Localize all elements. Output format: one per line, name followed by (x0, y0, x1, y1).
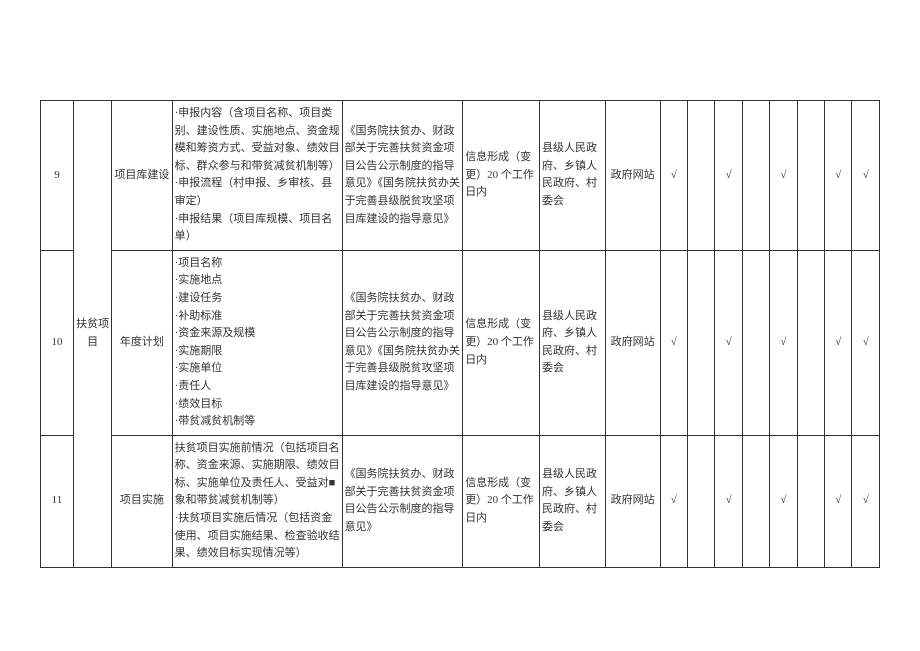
check-cell (687, 435, 714, 567)
content-cell: 扶贫项目实施前情况（包括项目名称、资金来源、实施期限、绩效目标、实施单位及责任人… (172, 435, 342, 567)
check-cell (797, 101, 824, 251)
content-cell: ·项目名称 ·实施地点 ·建设任务 ·补助标准 ·资金来源及规模 ·实施期限 ·… (172, 250, 342, 435)
check-cell: √ (660, 250, 687, 435)
channel-cell: 政府网站 (605, 435, 660, 567)
row-index: 10 (41, 250, 74, 435)
table-row: 11 项目实施 扶贫项目实施前情况（包括项目名称、资金来源、实施期限、绩效目标、… (41, 435, 880, 567)
timing-cell: 信息形成（变更）20 个工作日内 (463, 435, 540, 567)
check-cell: √ (852, 435, 880, 567)
content-cell: ·申报内容（含项目名称、项目类别、建设性质、实施地点、资金规模和筹资方式、受益对… (172, 101, 342, 251)
subject-cell: 县级人民政府、乡镇人民政府、村委会 (539, 101, 605, 251)
check-cell: √ (715, 435, 742, 567)
check-cell (742, 250, 769, 435)
check-cell: √ (660, 101, 687, 251)
check-cell: √ (852, 101, 880, 251)
check-cell: √ (770, 250, 797, 435)
check-cell (742, 435, 769, 567)
category-cell: 扶贫项目 (73, 101, 111, 568)
check-cell: √ (770, 101, 797, 251)
check-cell: √ (715, 250, 742, 435)
item-cell: 项目库建设 (112, 101, 172, 251)
subject-cell: 县级人民政府、乡镇人民政府、村委会 (539, 250, 605, 435)
table-row: 10 年度计划 ·项目名称 ·实施地点 ·建设任务 ·补助标准 ·资金来源及规模… (41, 250, 880, 435)
check-cell: √ (825, 101, 852, 251)
row-index: 9 (41, 101, 74, 251)
basis-cell: 《国务院扶贫办、财政部关于完善扶贫资金项目公告公示制度的指导意见》 (342, 435, 463, 567)
check-cell (797, 435, 824, 567)
item-cell: 项目实施 (112, 435, 172, 567)
check-cell: √ (825, 250, 852, 435)
check-cell (687, 250, 714, 435)
check-cell (742, 101, 769, 251)
basis-cell: 《国务院扶贫办、财政部关于完善扶贫资金项目公告公示制度的指导意见》《国务院扶贫办… (342, 250, 463, 435)
channel-cell: 政府网站 (605, 250, 660, 435)
check-cell (687, 101, 714, 251)
timing-cell: 信息形成（变更）20 个工作日内 (463, 101, 540, 251)
check-cell: √ (715, 101, 742, 251)
table-row: 9 扶贫项目 项目库建设 ·申报内容（含项目名称、项目类别、建设性质、实施地点、… (41, 101, 880, 251)
subject-cell: 县级人民政府、乡镇人民政府、村委会 (539, 435, 605, 567)
check-cell: √ (770, 435, 797, 567)
check-cell: √ (852, 250, 880, 435)
timing-cell: 信息形成（变更）20 个工作日内 (463, 250, 540, 435)
item-cell: 年度计划 (112, 250, 172, 435)
check-cell: √ (825, 435, 852, 567)
check-cell (797, 250, 824, 435)
disclosure-table: 9 扶贫项目 项目库建设 ·申报内容（含项目名称、项目类别、建设性质、实施地点、… (40, 100, 880, 568)
basis-cell: 《国务院扶贫办、财政部关于完善扶贫资金项目公告公示制度的指导意见》《国务院扶贫办… (342, 101, 463, 251)
check-cell: √ (660, 435, 687, 567)
channel-cell: 政府网站 (605, 101, 660, 251)
row-index: 11 (41, 435, 74, 567)
